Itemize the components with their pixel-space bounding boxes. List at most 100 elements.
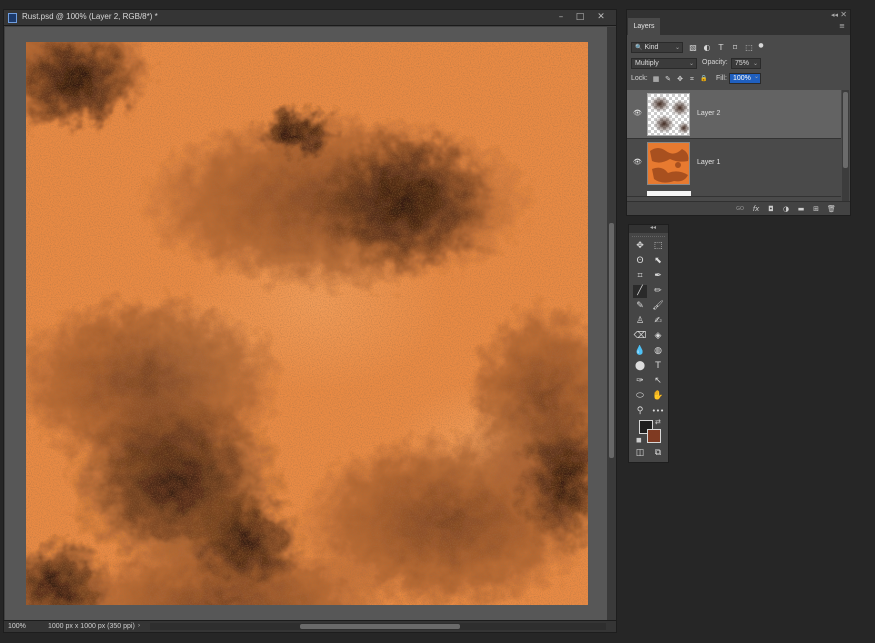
info-menu-arrow-icon[interactable]: ›	[138, 621, 140, 632]
dodge-tool-icon[interactable]: ◍	[651, 345, 665, 358]
path-selection-tool-icon[interactable]: ↖	[651, 375, 665, 388]
background-color-swatch[interactable]	[647, 429, 661, 443]
visibility-eye-icon[interactable]: 👁	[633, 110, 642, 117]
history-brush-tool-icon[interactable]: ✍	[651, 315, 665, 328]
rust-texture-image	[26, 42, 588, 605]
document-titlebar[interactable]: Rust.psd @ 100% (Layer 2, RGB/8*) * – □ …	[4, 10, 616, 26]
more-tools-icon[interactable]: •••	[651, 405, 665, 418]
pencil-tool-icon[interactable]: ✏	[651, 285, 665, 298]
paint-bucket-tool-icon[interactable]: ◈	[651, 330, 665, 343]
blend-mode-value: Multiply	[635, 60, 659, 67]
layer-name[interactable]: Layer 1	[697, 159, 720, 166]
type-filter-icon[interactable]: T	[717, 44, 725, 52]
layer-row-layer-2[interactable]: 👁 Layer 2	[627, 90, 841, 139]
pen-tool-icon[interactable]: ✑	[633, 375, 647, 388]
close-panel-icon[interactable]: ✕	[840, 10, 847, 19]
panel-menu-icon[interactable]: ≡	[839, 22, 845, 30]
lasso-tool-icon[interactable]: ʘ	[633, 255, 647, 268]
lock-position-icon[interactable]: ✥	[676, 75, 684, 83]
tools-panel: ◂◂ ✥ ⬚ ʘ ⬉ ⌗ ✒ ╱ ✏ ✎ 🖌 ♙ ✍ ⌫ ◈ 💧 ◍ ⬤ T ✑…	[628, 224, 669, 463]
opacity-field[interactable]: 75% ⌄	[731, 58, 761, 69]
smart-object-filter-icon[interactable]: ⬚	[745, 44, 753, 52]
chevron-down-icon: ⌄	[688, 60, 694, 67]
rust-texture-canvas[interactable]	[26, 42, 588, 605]
clone-stamp-tool-icon[interactable]: ♙	[633, 315, 647, 328]
eyedropper-tool-icon[interactable]: ✒	[651, 270, 665, 283]
shape-filter-icon[interactable]: ⌑	[731, 44, 739, 52]
swap-colors-icon[interactable]: ⇄	[655, 418, 661, 426]
visibility-eye-icon[interactable]: 👁	[633, 159, 642, 166]
filter-kind-label: Kind	[644, 44, 659, 51]
maximize-button[interactable]: □	[573, 11, 587, 24]
hand-tool-icon[interactable]: ✋	[651, 390, 665, 403]
document-window: Rust.psd @ 100% (Layer 2, RGB/8*) * – □ …	[3, 9, 617, 633]
default-colors-icon[interactable]: ◼	[636, 436, 642, 444]
layers-scrollbar[interactable]	[842, 90, 849, 201]
lock-label: Lock:	[631, 75, 648, 82]
minimize-button[interactable]: –	[554, 11, 568, 24]
zoom-tool-icon[interactable]: ⚲	[633, 405, 647, 418]
blend-mode-select[interactable]: Multiply ⌄	[631, 58, 697, 69]
horizontal-scrollbar[interactable]	[150, 623, 606, 630]
close-button[interactable]: ✕	[594, 11, 608, 24]
layer-name[interactable]: Layer 2	[697, 110, 720, 117]
eraser-tool-icon[interactable]: ⌫	[633, 330, 647, 343]
tools-panel-header: ◂◂	[629, 224, 668, 233]
opacity-label: Opacity:	[702, 59, 728, 66]
lock-image-pixels-icon[interactable]: ✎	[664, 75, 672, 83]
opacity-value: 75%	[735, 60, 750, 67]
layer-2-thumbnail[interactable]	[647, 93, 690, 136]
filter-toggle-icon[interactable]: ●	[757, 42, 765, 50]
pixel-filter-icon[interactable]: ▧	[689, 44, 697, 52]
lock-artboard-icon[interactable]: ⌗	[688, 75, 696, 83]
blur-tool-icon[interactable]: 💧	[633, 345, 647, 358]
chevron-down-icon[interactable]: ⌄	[754, 73, 759, 80]
layer-row-layer-1[interactable]: 👁 Layer 1	[627, 139, 841, 197]
new-layer-icon[interactable]: ⊞	[812, 205, 820, 213]
mixer-brush-tool-icon[interactable]: 🖌	[651, 300, 665, 313]
lock-transparent-pixels-icon[interactable]: ▦	[652, 75, 660, 83]
trash-icon[interactable]: 🗑	[827, 205, 836, 213]
panel-grip[interactable]	[632, 233, 665, 237]
layer-filter-kind-select[interactable]: 🔍 Kind ⌄	[631, 42, 683, 53]
layer-1-thumbnail-image	[648, 143, 689, 184]
vertical-scrollbar[interactable]	[607, 27, 616, 620]
healing-brush-tool-icon[interactable]: ✎	[633, 300, 647, 313]
layer-1-mask-strip	[647, 191, 691, 196]
link-layers-icon[interactable]: GO	[734, 205, 746, 213]
collapse-panel-icon[interactable]: ◂◂	[650, 224, 656, 231]
chevron-down-icon: ⌄	[674, 44, 680, 51]
layer-list: 👁 Layer 2 👁 Layer 1	[627, 90, 841, 201]
photoshop-workspace: Rust.psd @ 100% (Layer 2, RGB/8*) * – □ …	[0, 0, 875, 643]
chevron-down-icon: ⌄	[752, 60, 758, 67]
zoom-field[interactable]: 100%	[8, 621, 38, 632]
crop-tool-icon[interactable]: ⌗	[633, 270, 647, 283]
collapse-panel-icon[interactable]: ◂◂	[831, 11, 838, 19]
layers-scroll-thumb[interactable]	[843, 92, 848, 168]
add-mask-icon[interactable]: ◘	[767, 205, 775, 213]
search-icon: 🔍	[635, 45, 643, 51]
fx-icon[interactable]: fx	[752, 205, 760, 213]
marquee-tool-icon[interactable]: ⬚	[651, 240, 665, 253]
type-tool-icon[interactable]: T	[651, 360, 665, 373]
move-tool-icon[interactable]: ✥	[633, 240, 647, 253]
tab-layers[interactable]: Layers	[628, 18, 660, 35]
fill-label: Fill:	[716, 75, 727, 82]
adjustment-layer-icon[interactable]: ◑	[782, 205, 790, 213]
layers-panel-header: ◂◂ ✕ Layers ≡	[627, 10, 850, 35]
brush-tool-icon[interactable]: ╱	[633, 285, 647, 298]
screen-mode-icon[interactable]: ⧉	[651, 447, 665, 460]
vertical-scroll-thumb[interactable]	[609, 223, 614, 458]
layer-1-thumbnail[interactable]	[647, 142, 690, 185]
quick-selection-tool-icon[interactable]: ⬉	[651, 255, 665, 268]
ellipse-tool-icon[interactable]: ⬭	[633, 390, 647, 403]
new-group-icon[interactable]: ▬	[797, 205, 805, 213]
canvas-pasteboard[interactable]	[5, 27, 607, 620]
horizontal-scroll-thumb[interactable]	[300, 624, 460, 629]
layers-footer: GO fx ◘ ◑ ▬ ⊞ 🗑	[627, 201, 850, 215]
sponge-tool-icon[interactable]: ⬤	[633, 360, 647, 373]
quick-mask-icon[interactable]: ◫	[633, 447, 647, 460]
lock-all-icon[interactable]: 🔒	[700, 75, 708, 83]
adjustment-filter-icon[interactable]: ◐	[703, 44, 711, 52]
layers-panel: ◂◂ ✕ Layers ≡ 🔍 Kind ⌄ ▧ ◐ T ⌑ ⬚ ● Multi…	[626, 9, 851, 216]
